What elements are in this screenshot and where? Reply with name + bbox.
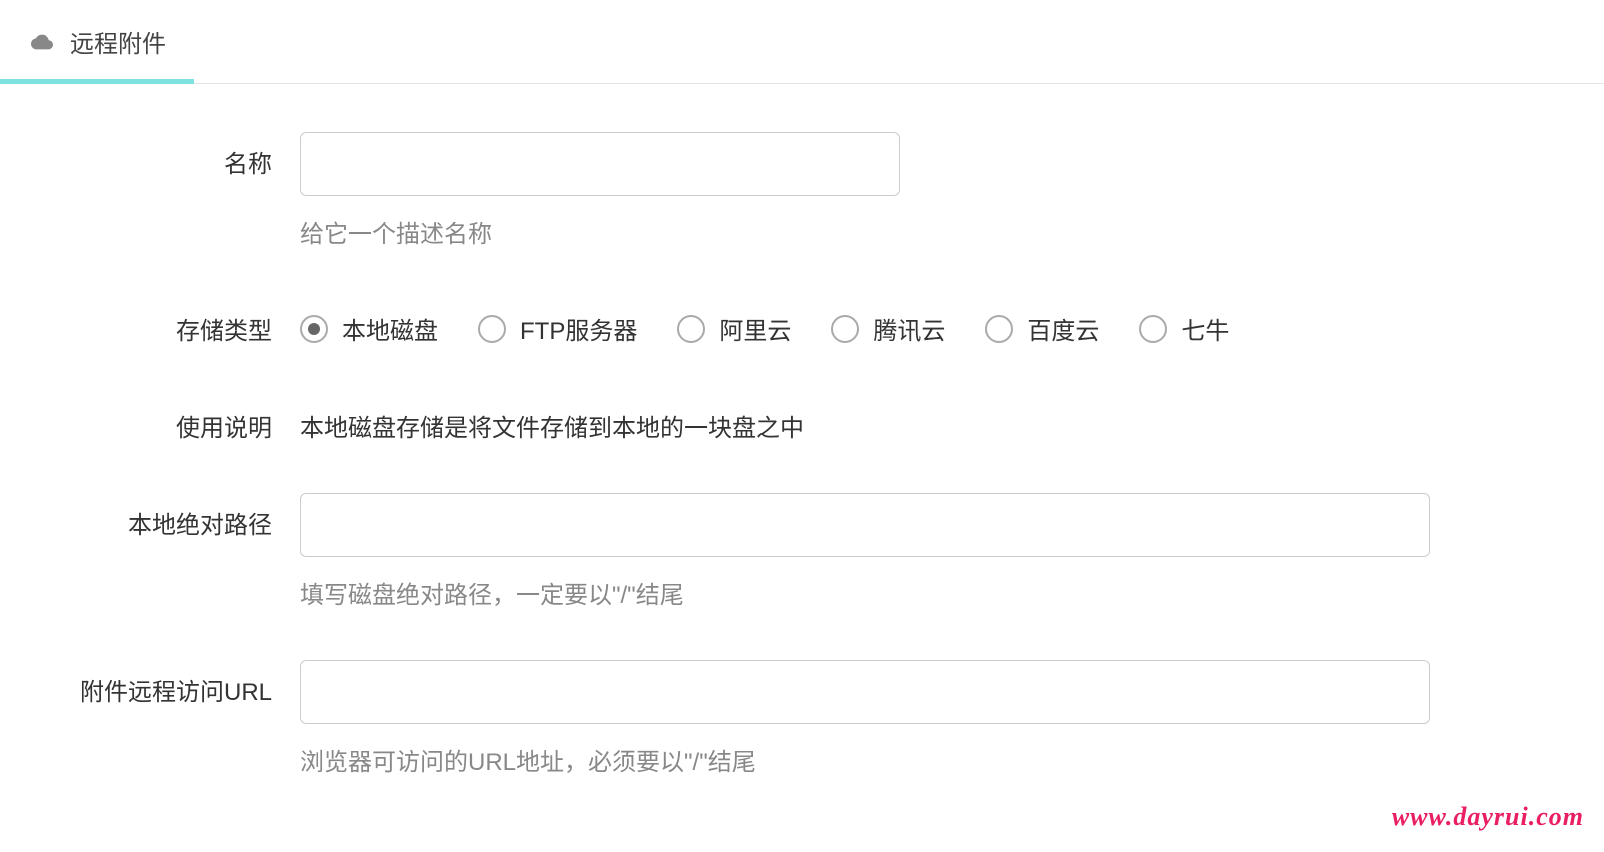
local-path-label: 本地绝对路径: [0, 493, 300, 540]
usage-control: 本地磁盘存储是将文件存储到本地的一块盘之中: [300, 396, 1604, 443]
radio-label: 本地磁盘: [342, 311, 438, 346]
name-input[interactable]: [300, 132, 900, 196]
tab-label: 远程附件: [70, 24, 166, 59]
watermark: www.dayrui.com: [1392, 802, 1584, 832]
radio-aliyun[interactable]: 阿里云: [677, 311, 791, 346]
form-row-remote-url: 附件远程访问URL 浏览器可访问的URL地址，必须要以"/"结尾: [0, 660, 1604, 777]
remote-url-control: 浏览器可访问的URL地址，必须要以"/"结尾: [300, 660, 1604, 777]
radio-circle-icon: [985, 315, 1013, 343]
radio-label: 七牛: [1181, 311, 1229, 346]
radio-label: FTP服务器: [520, 311, 637, 346]
tab-header: 远程附件: [0, 0, 1604, 84]
local-path-input[interactable]: [300, 493, 1430, 557]
radio-circle-icon: [831, 315, 859, 343]
name-control: 给它一个描述名称: [300, 132, 1604, 249]
cloud-icon: [28, 31, 56, 53]
local-path-control: 填写磁盘绝对路径，一定要以"/"结尾: [300, 493, 1604, 610]
local-path-help: 填写磁盘绝对路径，一定要以"/"结尾: [300, 575, 1574, 610]
remote-url-help: 浏览器可访问的URL地址，必须要以"/"结尾: [300, 742, 1574, 777]
usage-text: 本地磁盘存储是将文件存储到本地的一块盘之中: [300, 396, 1574, 443]
radio-qiniu[interactable]: 七牛: [1139, 311, 1229, 346]
name-help: 给它一个描述名称: [300, 214, 1574, 249]
name-label: 名称: [0, 132, 300, 179]
storage-type-control: 本地磁盘 FTP服务器 阿里云 腾讯云 百度云: [300, 299, 1604, 346]
form-row-name: 名称 给它一个描述名称: [0, 132, 1604, 249]
radio-circle-icon: [300, 315, 328, 343]
radio-circle-icon: [1139, 315, 1167, 343]
radio-label: 阿里云: [719, 311, 791, 346]
radio-baidu[interactable]: 百度云: [985, 311, 1099, 346]
radio-tencent[interactable]: 腾讯云: [831, 311, 945, 346]
tab-remote-attachment[interactable]: 远程附件: [0, 0, 194, 83]
radio-circle-icon: [677, 315, 705, 343]
radio-label: 百度云: [1027, 311, 1099, 346]
remote-url-input[interactable]: [300, 660, 1430, 724]
form-row-usage: 使用说明 本地磁盘存储是将文件存储到本地的一块盘之中: [0, 396, 1604, 443]
radio-ftp[interactable]: FTP服务器: [478, 311, 637, 346]
form-row-local-path: 本地绝对路径 填写磁盘绝对路径，一定要以"/"结尾: [0, 493, 1604, 610]
radio-circle-icon: [478, 315, 506, 343]
radio-local-disk[interactable]: 本地磁盘: [300, 311, 438, 346]
form-container: 名称 给它一个描述名称 存储类型 本地磁盘 FTP服务器 阿里云: [0, 84, 1604, 777]
radio-label: 腾讯云: [873, 311, 945, 346]
form-row-storage-type: 存储类型 本地磁盘 FTP服务器 阿里云 腾讯云: [0, 299, 1604, 346]
storage-type-radio-group: 本地磁盘 FTP服务器 阿里云 腾讯云 百度云: [300, 299, 1574, 346]
storage-type-label: 存储类型: [0, 299, 300, 346]
usage-label: 使用说明: [0, 396, 300, 443]
remote-url-label: 附件远程访问URL: [0, 660, 300, 707]
